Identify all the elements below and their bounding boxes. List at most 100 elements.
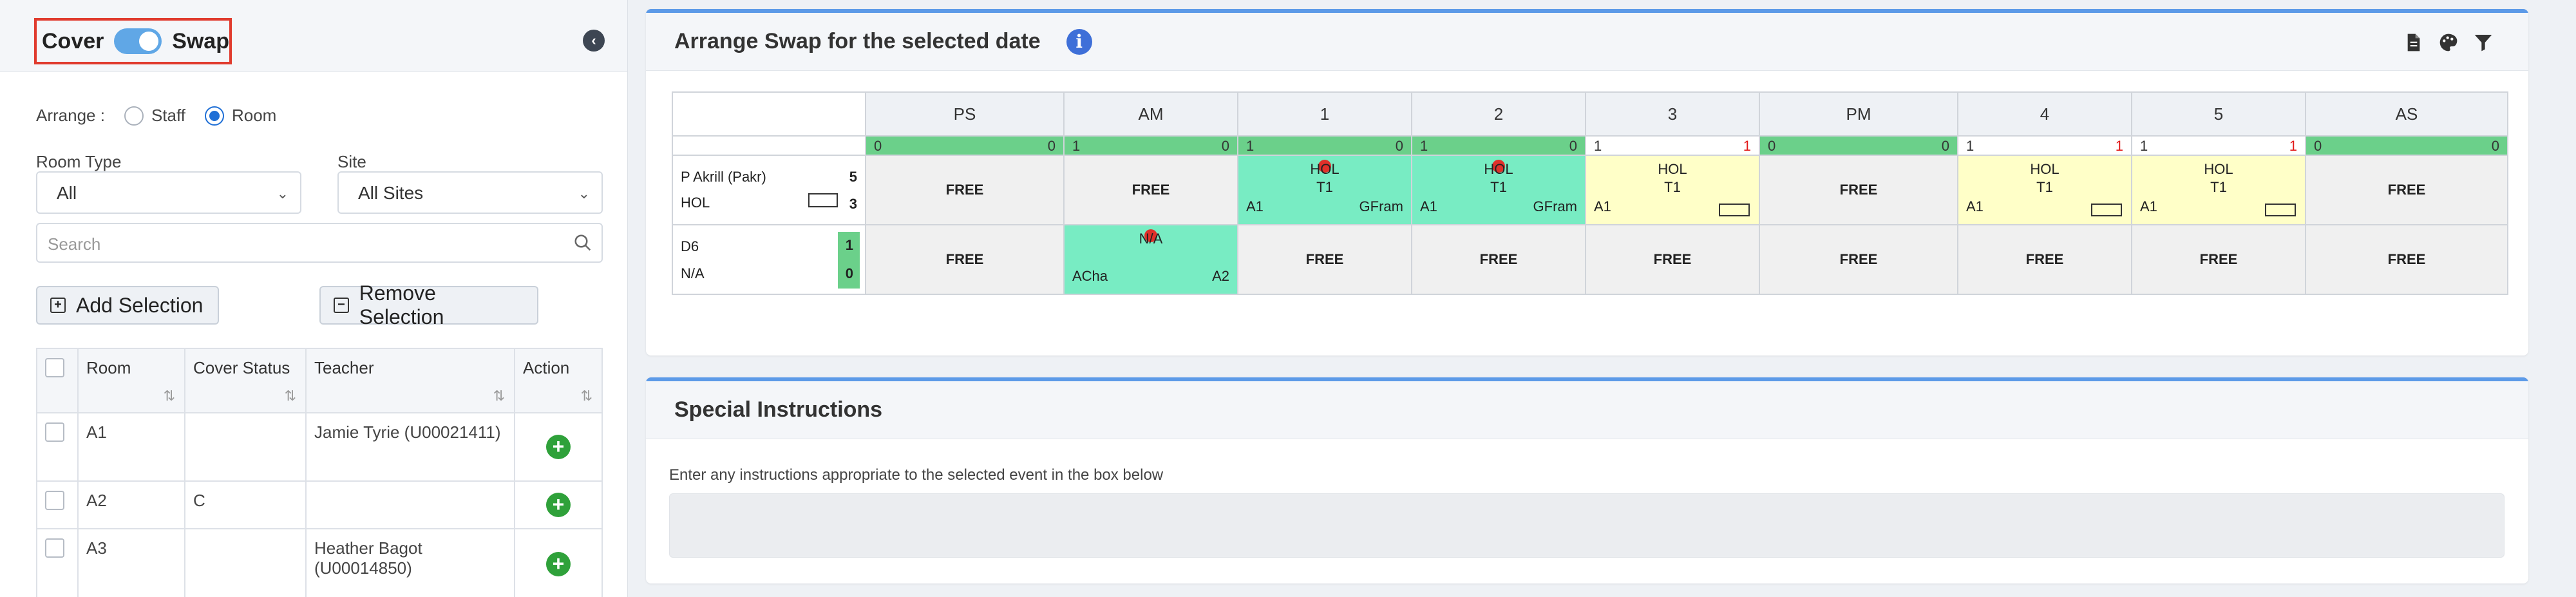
room-sub: N/A <box>681 265 705 281</box>
chevron-left-icon[interactable]: ‹ <box>583 30 605 52</box>
lesson-slot[interactable]: HOL T1 A1 GFram <box>1411 155 1586 225</box>
room-name-cell[interactable]: D6 N/A 1 0 <box>672 224 866 295</box>
status-left-count: 0 <box>2314 138 2322 154</box>
table-row: A3 Heather Bagot (U00014850) + <box>36 528 603 597</box>
file-icon[interactable] <box>2403 32 2424 53</box>
special-instructions-hint: Enter any instructions appropriate to th… <box>669 466 1164 484</box>
free-slot[interactable]: FREE <box>1759 155 1958 225</box>
minus-square-icon: − <box>334 298 349 313</box>
period-header: AS <box>2305 91 2508 137</box>
sort-icon: ⇅ <box>580 388 592 404</box>
status-right-count: 0 <box>1941 138 1949 154</box>
lesson-code: T1 <box>2210 179 2227 195</box>
room-type-label: Room Type <box>36 152 122 171</box>
special-instructions-header: Special Instructions <box>646 381 2528 439</box>
teacher-name-cell[interactable]: P Akrill (Pakr) HOL 5 3 <box>672 155 866 225</box>
lesson-class: HOL <box>1310 161 1340 177</box>
free-slot[interactable]: FREE <box>1957 224 2132 295</box>
search-input[interactable]: Search <box>36 223 603 263</box>
lesson-slot[interactable]: HOL T1 A1 <box>2131 155 2306 225</box>
column-room[interactable]: Room ⇅ <box>77 348 185 413</box>
lesson-room: A1 <box>1420 198 1437 214</box>
sort-icon: ⇅ <box>493 388 505 404</box>
status-right-count: 0 <box>2491 138 2499 154</box>
lesson-room: A1 <box>1246 198 1264 214</box>
special-instructions-title: Special Instructions <box>674 397 883 422</box>
teacher-stat-2: 3 <box>849 196 857 212</box>
info-icon[interactable]: i <box>1066 28 1092 55</box>
cover-status-cell: C <box>184 480 307 529</box>
special-instructions-textarea[interactable] <box>669 493 2505 558</box>
add-selection-button[interactable]: + Add Selection <box>36 286 219 325</box>
free-slot[interactable]: FREE <box>2305 155 2508 225</box>
period-status-cell: 11 <box>1957 135 2132 156</box>
period-status-cell: 00 <box>865 135 1065 156</box>
free-slot[interactable]: FREE <box>1585 224 1760 295</box>
status-left-count: 0 <box>1768 138 1776 154</box>
teacher-cell: Jamie Tyrie (U00021411) <box>305 412 515 482</box>
period-header-row: PS AM 1 2 3 PM 4 5 AS <box>672 91 2508 137</box>
lesson-slot[interactable]: HOL T1 A1 GFram <box>1237 155 1412 225</box>
lesson-class: HOL <box>1484 161 1513 177</box>
lesson-class: HOL <box>1658 161 1687 177</box>
period-header: 1 <box>1237 91 1412 137</box>
period-header: PS <box>865 91 1065 137</box>
status-right-count: 0 <box>1221 138 1229 154</box>
arrange-row: Arrange : Staff Room <box>36 106 276 126</box>
radio-room[interactable] <box>204 106 224 126</box>
room-name: D6 <box>681 238 699 254</box>
row-checkbox[interactable] <box>45 491 64 510</box>
swap-box <box>2091 204 2122 216</box>
add-row-button[interactable]: + <box>546 552 571 576</box>
site-select[interactable]: All Sites ⌄ <box>337 171 603 214</box>
period-status-cell: 00 <box>1759 135 1958 156</box>
room-row: D6 N/A 1 0 FREE N/A ACha A2 FREE FREE FREE FREE… <box>672 224 2508 295</box>
free-slot[interactable]: FREE <box>1411 224 1586 295</box>
special-instructions-panel: Special Instructions Enter any instructi… <box>646 377 2528 583</box>
room-type-select[interactable]: All ⌄ <box>36 171 301 214</box>
remove-selection-button[interactable]: − Remove Selection <box>319 281 538 328</box>
column-teacher[interactable]: Teacher ⇅ <box>305 348 515 413</box>
toolbar <box>2403 32 2494 53</box>
lesson-slot[interactable]: HOL T1 A1 <box>1957 155 2132 225</box>
free-slot[interactable]: FREE <box>2305 224 2508 295</box>
period-header: 2 <box>1411 91 1586 137</box>
row-checkbox[interactable] <box>45 422 64 442</box>
search-icon <box>574 234 591 251</box>
chevron-down-icon: ⌄ <box>578 185 590 202</box>
free-slot[interactable]: FREE <box>2131 224 2306 295</box>
status-right-count: 1 <box>1743 138 1751 154</box>
add-row-button[interactable]: + <box>546 493 571 517</box>
column-cover-status[interactable]: Cover Status ⇅ <box>184 348 307 413</box>
free-label: FREE <box>1305 251 1344 267</box>
lesson-slot[interactable]: N/A ACha A2 <box>1063 224 1238 295</box>
lesson-class: HOL <box>2204 161 2233 177</box>
cover-label: Cover <box>42 28 104 53</box>
select-all-checkbox[interactable] <box>45 358 64 377</box>
radio-staff[interactable] <box>124 106 144 126</box>
lesson-slot[interactable]: HOL T1 A1 <box>1585 155 1760 225</box>
table-row: A2 C + <box>36 480 603 529</box>
row-checkbox[interactable] <box>45 538 64 558</box>
column-action[interactable]: Action ⇅ <box>514 348 603 413</box>
cover-swap-toggle[interactable] <box>114 28 162 54</box>
free-slot[interactable]: FREE <box>865 224 1065 295</box>
left-panel-header: Cover Swap ‹ <box>0 0 627 72</box>
free-slot[interactable]: FREE <box>1063 155 1238 225</box>
free-slot[interactable]: FREE <box>1237 224 1412 295</box>
palette-icon[interactable] <box>2438 32 2459 53</box>
status-right-count: 0 <box>1395 138 1403 154</box>
swap-label: Swap <box>172 28 229 53</box>
room-cell: A3 <box>77 528 185 597</box>
radio-room-label: Room <box>231 106 277 125</box>
free-slot[interactable]: FREE <box>1759 224 1958 295</box>
add-row-button[interactable]: + <box>546 435 571 459</box>
search-placeholder: Search <box>48 234 101 254</box>
room-cell: A2 <box>77 480 185 529</box>
radio-staff-label: Staff <box>151 106 185 125</box>
lesson-room: A1 <box>1966 198 1984 214</box>
free-label: FREE <box>2199 251 2238 267</box>
free-slot[interactable]: FREE <box>865 155 1065 225</box>
filter-icon[interactable] <box>2473 32 2494 53</box>
lesson-code: T1 <box>1316 179 1333 195</box>
